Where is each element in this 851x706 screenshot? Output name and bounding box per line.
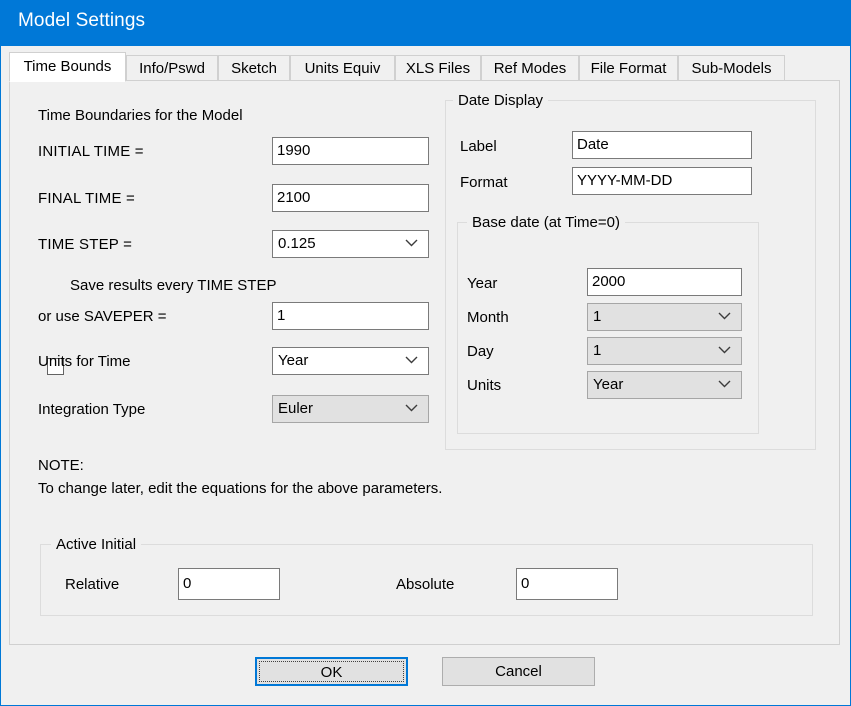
save-results-label: Save results every TIME STEP bbox=[70, 277, 276, 294]
base-month-label: Month bbox=[467, 309, 509, 326]
units-for-time-dropdown[interactable]: Year bbox=[272, 347, 429, 375]
tab-time-bounds[interactable]: Time Bounds bbox=[9, 52, 126, 82]
base-month-value: 1 bbox=[593, 304, 601, 330]
base-units-label: Units bbox=[467, 377, 501, 394]
relative-input[interactable]: 0 bbox=[178, 568, 280, 600]
tab-ref-modes[interactable]: Ref Modes bbox=[481, 55, 579, 81]
initial-time-input[interactable]: 1990 bbox=[272, 137, 429, 165]
date-label-label: Label bbox=[460, 138, 497, 155]
chevron-down-icon bbox=[718, 372, 732, 398]
saveper-input[interactable]: 1 bbox=[272, 302, 429, 330]
tab-xls-files[interactable]: XLS Files bbox=[395, 55, 481, 81]
chevron-down-icon bbox=[405, 348, 419, 374]
time-step-dropdown[interactable]: 0.125 bbox=[272, 230, 429, 258]
saveper-label: or use SAVEPER = bbox=[38, 308, 167, 325]
base-date-group-label: Base date (at Time=0) bbox=[467, 214, 625, 231]
note-heading: NOTE: bbox=[38, 457, 84, 474]
date-format-input[interactable]: YYYY-MM-DD bbox=[572, 167, 752, 195]
initial-time-label: INITIAL TIME = bbox=[38, 143, 144, 160]
units-for-time-value: Year bbox=[278, 348, 308, 374]
ok-button-label: OK bbox=[321, 664, 343, 681]
integration-type-label: Integration Type bbox=[38, 401, 145, 418]
integration-type-value: Euler bbox=[278, 396, 313, 422]
base-day-value: 1 bbox=[593, 338, 601, 364]
tab-info-pswd[interactable]: Info/Pswd bbox=[126, 55, 218, 81]
window-title: Model Settings bbox=[18, 10, 145, 32]
time-step-value: 0.125 bbox=[278, 231, 316, 257]
chevron-down-icon bbox=[718, 304, 732, 330]
tab-file-format[interactable]: File Format bbox=[579, 55, 678, 81]
time-step-label: TIME STEP = bbox=[38, 236, 132, 253]
units-for-time-label: Units for Time bbox=[38, 353, 131, 370]
chevron-down-icon bbox=[718, 338, 732, 364]
relative-label: Relative bbox=[65, 576, 119, 593]
cancel-button[interactable]: Cancel bbox=[442, 657, 595, 686]
tab-sketch[interactable]: Sketch bbox=[218, 55, 290, 81]
time-boundaries-heading: Time Boundaries for the Model bbox=[38, 107, 243, 124]
tab-strip: Time Bounds Info/Pswd Sketch Units Equiv… bbox=[9, 52, 844, 81]
base-day-label: Day bbox=[467, 343, 494, 360]
base-year-label: Year bbox=[467, 275, 497, 292]
ok-button[interactable]: OK bbox=[255, 657, 408, 686]
tab-sub-models[interactable]: Sub-Models bbox=[678, 55, 785, 81]
date-format-label: Format bbox=[460, 174, 508, 191]
base-day-dropdown[interactable]: 1 bbox=[587, 337, 742, 365]
title-bar: Model Settings bbox=[1, 0, 851, 46]
date-display-group-label: Date Display bbox=[453, 92, 548, 109]
base-units-value: Year bbox=[593, 372, 623, 398]
integration-type-dropdown[interactable]: Euler bbox=[272, 395, 429, 423]
tab-content-panel: Time Boundaries for the Model INITIAL TI… bbox=[9, 80, 840, 645]
chevron-down-icon bbox=[405, 396, 419, 422]
model-settings-dialog: Model Settings Time Bounds Info/Pswd Ske… bbox=[0, 0, 851, 706]
absolute-input[interactable]: 0 bbox=[516, 568, 618, 600]
chevron-down-icon bbox=[405, 231, 419, 257]
base-year-input[interactable]: 2000 bbox=[587, 268, 742, 296]
date-label-input[interactable]: Date bbox=[572, 131, 752, 159]
absolute-label: Absolute bbox=[396, 576, 454, 593]
note-text: To change later, edit the equations for … bbox=[38, 480, 442, 497]
tab-units-equiv[interactable]: Units Equiv bbox=[290, 55, 395, 81]
base-month-dropdown[interactable]: 1 bbox=[587, 303, 742, 331]
base-units-dropdown[interactable]: Year bbox=[587, 371, 742, 399]
final-time-input[interactable]: 2100 bbox=[272, 184, 429, 212]
final-time-label: FINAL TIME = bbox=[38, 190, 135, 207]
active-initial-group-label: Active Initial bbox=[51, 536, 141, 553]
